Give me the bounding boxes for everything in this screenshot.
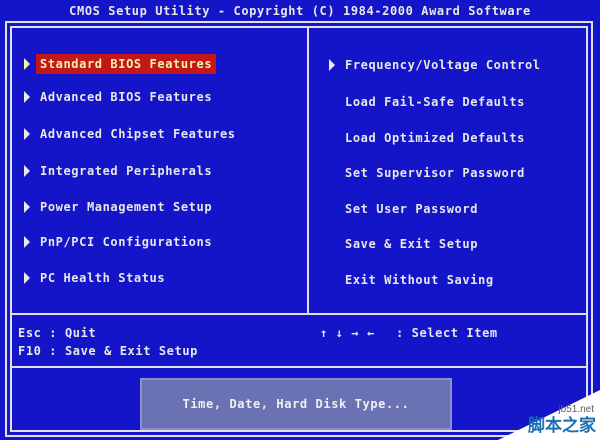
menu-item-label: Standard BIOS Features	[40, 57, 213, 71]
arrow-right-icon	[24, 272, 30, 284]
menu-item-label: Advanced BIOS Features	[40, 90, 213, 104]
menu-item-load-optimized[interactable]: Load Optimized Defaults	[345, 128, 525, 148]
menu-item-label: Advanced Chipset Features	[40, 127, 236, 141]
menu-item-advanced-chipset[interactable]: Advanced Chipset Features	[24, 124, 236, 144]
menu-item-label: PC Health Status	[40, 271, 166, 285]
menu-item-frequency-voltage[interactable]: Frequency/Voltage Control	[329, 55, 541, 75]
menu-item-power-management[interactable]: Power Management Setup	[24, 197, 213, 217]
description-box: Time, Date, Hard Disk Type...	[140, 378, 452, 430]
watermark-logo: jb51.net 脚本之家	[498, 390, 600, 440]
menu-item-load-fail-safe[interactable]: Load Fail-Safe Defaults	[345, 92, 525, 112]
menu-item-label: Set User Password	[345, 202, 479, 216]
arrow-right-icon	[24, 91, 30, 103]
menu-item-set-supervisor-password[interactable]: Set Supervisor Password	[345, 163, 525, 183]
menu-item-integrated-peripherals[interactable]: Integrated Peripherals	[24, 161, 213, 181]
help-esc: Esc : Quit	[18, 326, 97, 340]
arrow-right-icon	[329, 59, 335, 71]
menu-item-standard-bios[interactable]: Standard BIOS Features	[24, 54, 217, 74]
menu-item-label: Power Management Setup	[40, 200, 213, 214]
menu-item-label: Load Optimized Defaults	[345, 131, 525, 145]
menu-item-advanced-bios[interactable]: Advanced BIOS Features	[24, 87, 213, 107]
watermark-name: 脚本之家	[528, 416, 596, 436]
menu-item-save-exit[interactable]: Save & Exit Setup	[345, 234, 478, 254]
menu-item-label: Save & Exit Setup	[345, 237, 479, 251]
help-arrow-keys: ↑ ↓ → ←	[320, 326, 375, 340]
menu-item-label: PnP/PCI Configurations	[40, 235, 213, 249]
help-f10: F10 : Save & Exit Setup	[18, 344, 198, 358]
arrow-right-icon	[24, 128, 30, 140]
menu-item-label: Exit Without Saving	[345, 273, 494, 287]
menu-item-pnp-pci[interactable]: PnP/PCI Configurations	[24, 232, 213, 252]
menu-item-label: Set Supervisor Password	[345, 166, 525, 180]
menu-item-pc-health[interactable]: PC Health Status	[24, 268, 166, 288]
column-divider	[307, 26, 309, 314]
help-select-item: : Select Item	[396, 326, 498, 340]
window-title: CMOS Setup Utility - Copyright (C) 1984-…	[69, 4, 531, 18]
help-divider	[10, 366, 588, 368]
menu-divider	[10, 313, 588, 315]
menu-item-exit-without-saving[interactable]: Exit Without Saving	[345, 270, 494, 290]
menu-item-set-user-password[interactable]: Set User Password	[345, 199, 478, 219]
arrow-right-icon	[24, 165, 30, 177]
menu-item-label: Frequency/Voltage Control	[345, 58, 541, 72]
arrow-right-icon	[24, 58, 30, 70]
menu-item-label: Integrated Peripherals	[40, 164, 213, 178]
arrow-right-icon	[24, 236, 30, 248]
arrow-right-icon	[24, 201, 30, 213]
menu-item-label: Load Fail-Safe Defaults	[345, 95, 525, 109]
